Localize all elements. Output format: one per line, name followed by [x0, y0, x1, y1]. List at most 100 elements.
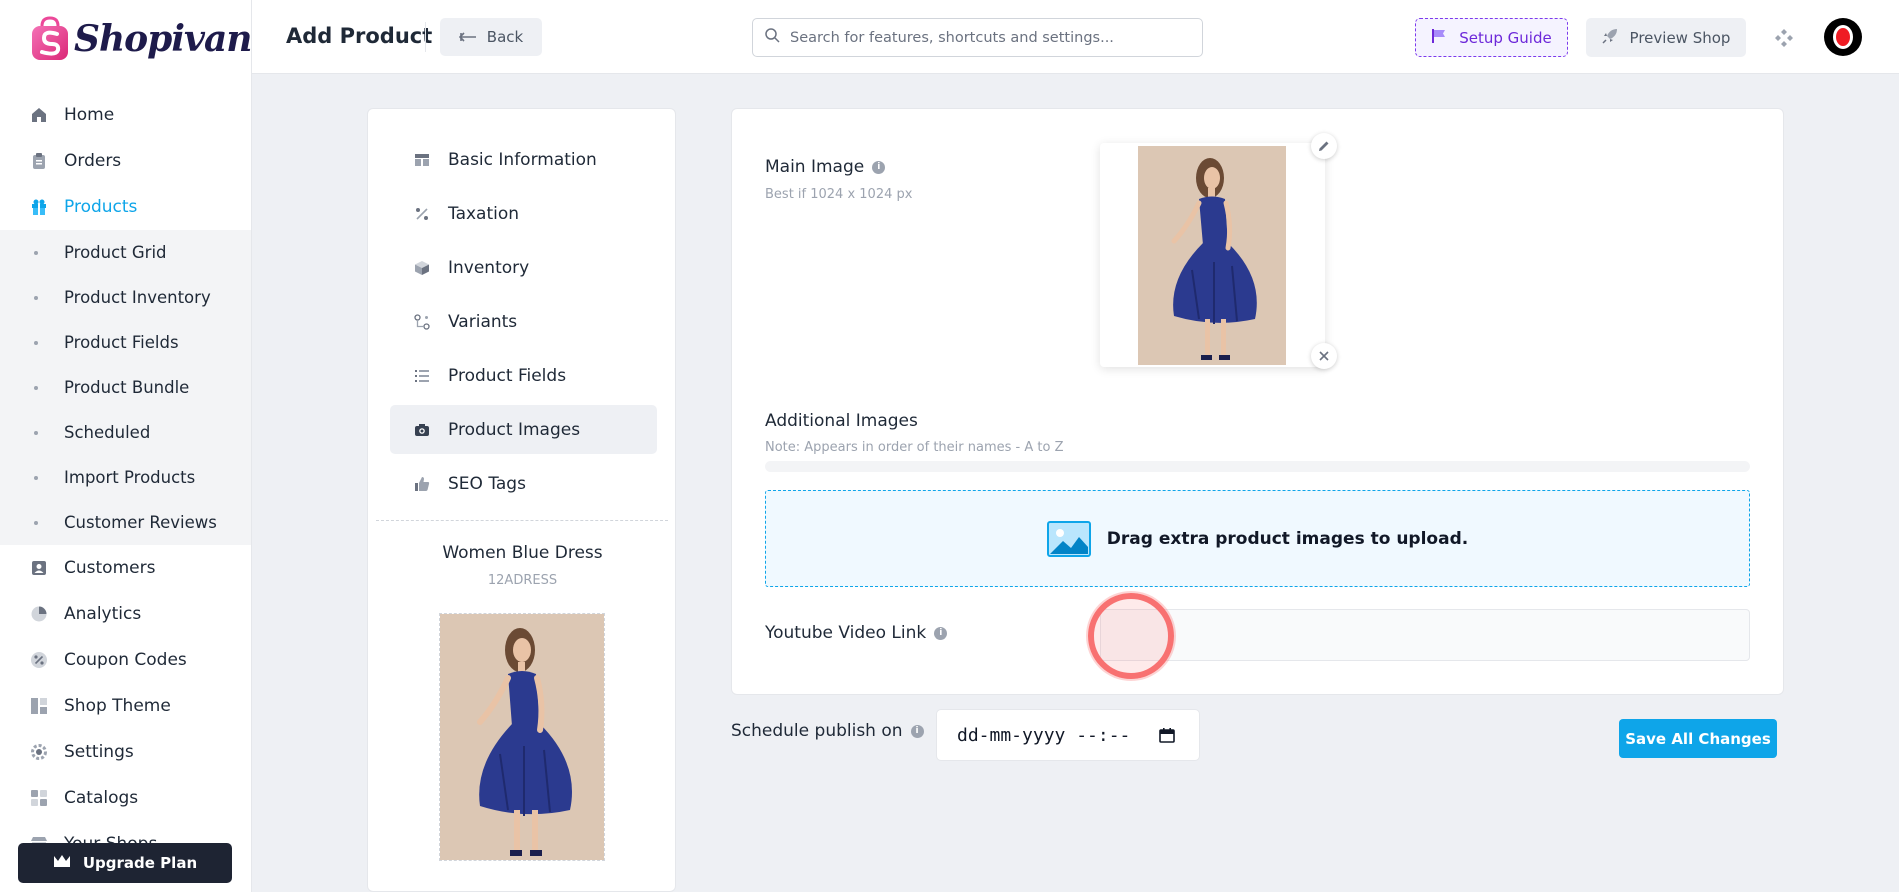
search-input[interactable] — [790, 29, 1190, 46]
remove-image-button[interactable] — [1311, 343, 1337, 369]
sidebar-item-label: Analytics — [64, 604, 142, 624]
sidebar-item-coupon-codes[interactable]: Coupon Codes — [0, 637, 251, 683]
home-icon — [30, 106, 48, 124]
sidebar-subitem-customer-reviews[interactable]: Customer Reviews — [0, 500, 251, 545]
products-submenu: Product Grid Product Inventory Product F… — [0, 230, 251, 545]
sidebar-item-label: Product Grid — [64, 243, 167, 262]
additional-images-hint: Note: Appears in order of their names - … — [765, 440, 1064, 455]
logo[interactable]: Shopivana — [30, 14, 275, 64]
sidebar-subitem-scheduled[interactable]: Scheduled — [0, 410, 251, 455]
search-icon — [765, 28, 780, 47]
product-images-card: Main Image i Best if 1024 x 1024 px Addi… — [731, 108, 1784, 695]
tab-basic-information[interactable]: Basic Information — [390, 135, 657, 184]
info-icon[interactable]: i — [934, 626, 948, 640]
product-thumbnail — [439, 613, 605, 861]
tab-label: SEO Tags — [448, 473, 526, 494]
dress-photo-image — [440, 614, 604, 860]
tab-label: Basic Information — [448, 149, 597, 170]
calendar-icon[interactable] — [1159, 727, 1175, 743]
main-image-preview — [1100, 133, 1337, 369]
rocket-icon — [1602, 28, 1618, 48]
youtube-link-label: Youtube Video Link i — [765, 623, 948, 643]
upgrade-plan-button[interactable]: Upgrade Plan — [18, 843, 232, 883]
edit-image-button[interactable] — [1311, 133, 1337, 159]
sidebar-item-label: Home — [64, 105, 115, 125]
sidebar-item-label: Shop Theme — [64, 696, 171, 716]
sidebar-subitem-import-products[interactable]: Import Products — [0, 455, 251, 500]
bullet-icon — [34, 430, 38, 435]
save-all-changes-button[interactable]: Save All Changes — [1619, 719, 1777, 758]
sidebar-subitem-product-inventory[interactable]: Product Inventory — [0, 275, 251, 320]
sidebar-item-products[interactable]: Products — [0, 184, 251, 230]
apps-diamond-icon[interactable] — [1774, 28, 1794, 48]
list-icon — [414, 368, 430, 384]
sidebar-item-shop-theme[interactable]: Shop Theme — [0, 683, 251, 729]
setup-guide-label: Setup Guide — [1459, 28, 1552, 47]
sidebar-item-label: Product Fields — [64, 333, 179, 352]
sidebar: Shopivana Home Orders Products Product G… — [0, 0, 275, 892]
tab-label: Variants — [448, 311, 518, 332]
bullet-icon — [34, 250, 38, 255]
sidebar-item-label: Import Products — [64, 468, 196, 487]
clipboard-icon — [30, 152, 48, 170]
tab-taxation[interactable]: Taxation — [390, 189, 657, 238]
tab-label: Taxation — [448, 203, 520, 224]
sidebar-item-customers[interactable]: Customers — [0, 545, 251, 591]
sidebar-item-label: Catalogs — [64, 788, 139, 808]
image-dropzone[interactable]: Drag extra product images to upload. — [765, 490, 1750, 587]
info-icon[interactable]: i — [872, 160, 886, 174]
logo-text: Shopivana — [74, 18, 275, 60]
search-box[interactable] — [752, 18, 1203, 57]
sidebar-item-analytics[interactable]: Analytics — [0, 591, 251, 637]
sidebar-subitem-product-grid[interactable]: Product Grid — [0, 230, 251, 275]
layout-icon — [30, 697, 48, 715]
thumbs-up-icon — [414, 476, 430, 492]
percent-icon — [30, 651, 48, 669]
section-tabs: Basic Information Taxation Inventory Var… — [390, 135, 657, 513]
dropzone-text: Drag extra product images to upload. — [1106, 528, 1469, 549]
flag-icon — [1431, 28, 1447, 48]
close-icon — [1319, 351, 1329, 361]
sidebar-item-label: Customer Reviews — [64, 513, 217, 532]
sidebar-item-orders[interactable]: Orders — [0, 138, 251, 184]
schedule-datetime-input[interactable]: dd-mm-yyyy --:-- — [936, 709, 1200, 761]
info-icon[interactable]: i — [910, 724, 924, 738]
sidebar-item-label: Customers — [64, 558, 156, 578]
product-sku: 12ADRESS — [487, 573, 558, 588]
sidebar-subitem-product-fields[interactable]: Product Fields — [0, 320, 251, 365]
tab-seo-tags[interactable]: SEO Tags — [390, 459, 657, 508]
table-icon — [414, 152, 430, 168]
divider — [376, 520, 668, 521]
shopping-bag-logo-icon — [32, 16, 68, 60]
top-header: Add Product Back Setup Guide Preview Sho… — [252, 0, 1899, 74]
sidebar-item-label: Coupon Codes — [64, 650, 187, 670]
variants-icon — [414, 313, 430, 330]
sidebar-item-settings[interactable]: Settings — [0, 729, 251, 775]
image-upload-icon — [1046, 520, 1091, 557]
percent-icon — [414, 206, 430, 222]
header-divider — [425, 22, 426, 52]
setup-guide-button[interactable]: Setup Guide — [1415, 18, 1568, 57]
avatar-logo-icon — [1833, 25, 1853, 49]
bullet-icon — [34, 385, 38, 390]
sidebar-item-catalogs[interactable]: Catalogs — [0, 775, 251, 821]
bullet-icon — [34, 475, 38, 480]
sidebar-item-home[interactable]: Home — [0, 92, 251, 138]
sidebar-subitem-product-bundle[interactable]: Product Bundle — [0, 365, 251, 410]
back-button[interactable]: Back — [440, 18, 542, 56]
dress-photo-image — [1138, 146, 1286, 365]
preview-shop-button[interactable]: Preview Shop — [1586, 18, 1746, 57]
pencil-icon — [1319, 141, 1329, 151]
avatar[interactable] — [1824, 18, 1862, 56]
sidebar-item-label: Product Inventory — [64, 288, 211, 307]
tab-product-fields[interactable]: Product Fields — [390, 351, 657, 400]
tab-variants[interactable]: Variants — [390, 297, 657, 346]
tab-inventory[interactable]: Inventory — [390, 243, 657, 292]
youtube-link-input[interactable] — [1100, 609, 1750, 661]
arrow-left-icon — [458, 28, 477, 46]
additional-images-strip — [765, 461, 1750, 472]
pie-chart-icon — [30, 605, 48, 623]
main-image-label-text: Main Image — [765, 157, 865, 177]
tab-product-images[interactable]: Product Images — [390, 405, 657, 454]
sidebar-item-label: Settings — [64, 742, 134, 762]
